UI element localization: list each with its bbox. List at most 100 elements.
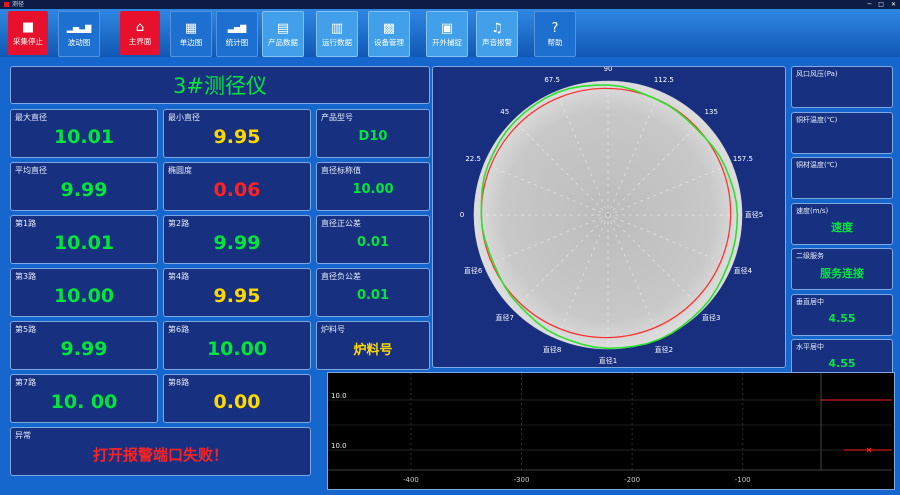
metric-value: 10.00 [206, 337, 268, 360]
toolbar-button-barchart[interactable]: ▃▅▇ 统计图 [216, 11, 258, 57]
maximize-button[interactable]: □ [878, 0, 884, 9]
x-tick-label: -400 [403, 476, 419, 484]
toolbar-button-label: 开外捕捉 [432, 38, 462, 47]
metric-label: 第1路 [15, 219, 37, 228]
toolbar-button-device-manage[interactable]: ▩ 设备管理 [368, 11, 410, 57]
toolbar-button-label: 主界面 [128, 37, 152, 46]
metric-label: 直径正公差 [321, 219, 361, 228]
close-button[interactable]: ✕ [891, 0, 896, 9]
metric-label: 第2路 [168, 219, 190, 228]
titlebar: 测径 ─ □ ✕ [0, 0, 900, 9]
toolbar-button-label: 运行数据 [322, 38, 352, 47]
metric-label: 椭圆度 [168, 166, 192, 175]
waveform-icon: ▂▅▃▇ [66, 23, 92, 33]
polar-diameter-label: 直径1 [599, 356, 617, 365]
metric-value: 10. 00 [50, 390, 118, 413]
toolbar-button-waveform[interactable]: ▂▅▃▇ 波动图 [58, 11, 100, 57]
toolbar-button-label: 单边图 [179, 38, 203, 47]
center-dot [606, 213, 610, 217]
metric-value: 10.00 [352, 182, 394, 197]
metric-label: 直径负公差 [321, 272, 361, 281]
status-value: 4.55 [828, 311, 856, 325]
polar-angle-label: 157.5 [733, 155, 753, 163]
status-label: 水平居中 [796, 343, 824, 351]
metric-label: 产品型号 [321, 113, 353, 122]
metric-value: 9.95 [213, 284, 261, 307]
status-label: 铜材温度(℃) [796, 161, 838, 169]
y-axis-label: 10.0 [331, 392, 347, 400]
toolbar-button-label: 统计图 [225, 38, 249, 47]
polar-angle-label: 67.5 [544, 76, 560, 84]
status-box: 铜杆温度(℃) [791, 111, 893, 154]
polar-angle-label: 0 [460, 211, 464, 219]
toolbar-button-sound-alarm[interactable]: ♫ 声音报警 [476, 11, 518, 57]
status-box: 速度(m/s) 速度 [791, 202, 893, 245]
minimize-button[interactable]: ─ [868, 0, 872, 9]
metric-cell: 产品型号 D10 [316, 109, 430, 158]
polar-angle-label: 90 [604, 67, 613, 73]
metric-value: 10.01 [53, 125, 115, 148]
metric-cell: 第6路 10.00 [163, 321, 311, 370]
metric-cell: 最小直径 9.95 [163, 109, 311, 158]
toolbar-button-capture[interactable]: ▣ 开外捕捉 [426, 11, 468, 57]
metric-value: 0.00 [213, 390, 261, 413]
metric-value: 0.01 [356, 235, 390, 250]
polar-diameter-label: 直径6 [464, 266, 483, 275]
metric-cell: 第2路 9.99 [163, 215, 311, 264]
toolbar-button-label: 设备管理 [374, 38, 404, 47]
metric-value: 9.99 [60, 178, 108, 201]
metric-value: 9.99 [213, 231, 261, 254]
metric-value: 9.99 [60, 337, 108, 360]
toolbar-button-label: 产品数据 [268, 38, 298, 47]
metric-label: 最大直径 [15, 113, 47, 122]
trend-chart: -400 -300 -200 -100 10.0 10.0 [328, 373, 892, 487]
polar-angle-label: 45 [500, 108, 509, 116]
polar-diameter-label: 直径5 [745, 210, 763, 219]
app-icon [4, 2, 9, 7]
metric-cell: 直径负公差 0.01 [316, 268, 430, 317]
toolbar-button-stop[interactable]: ■ 采集停止 [8, 11, 48, 55]
toolbar-button-help[interactable]: ? 帮助 [534, 11, 576, 57]
metric-label: 直径标称值 [321, 166, 361, 175]
toolbar: ■ 采集停止 ▂▅▃▇ 波动图 ⌂ 主界面 ▦ 单边图 ▃▅▇ 统计图 ▤ 产品数据 ▥ 运行数据 ▩ 设备管… [0, 9, 900, 57]
alarm-message: 打开报警端口失败！ [92, 446, 228, 464]
toolbar-button-run-data[interactable]: ▥ 运行数据 [316, 11, 358, 57]
status-box: 铜材温度(℃) [791, 157, 893, 199]
metric-label: 第7路 [15, 378, 37, 387]
polar-diameter-label: 直径4 [734, 266, 753, 275]
metric-value: 炉料号 [353, 343, 393, 358]
polar-chart: 0 22.5 45 67.5 90 112.5 135 157.5 直径1 直径2 直径3 直径4 直径… [460, 65, 763, 365]
metric-cell: 第8路 0.00 [163, 374, 311, 423]
polar-diameter-label: 直径2 [655, 345, 673, 354]
status-box: 垂直居中 4.55 [791, 293, 893, 336]
metric-label: 第5路 [15, 325, 37, 334]
status-label: 铜杆温度(℃) [796, 115, 838, 124]
capture-icon: ▣ [440, 20, 454, 36]
metric-cell: 第3路 10.00 [10, 268, 158, 317]
status-label: 二级服务 [796, 252, 824, 260]
metric-cell: 炉料号 炉料号 [316, 321, 430, 370]
metric-value: 0.01 [356, 288, 390, 303]
sound-alarm-icon: ♫ [491, 20, 503, 36]
metric-label: 平均直径 [15, 166, 47, 175]
metric-cell: 第1路 10.01 [10, 215, 158, 264]
toolbar-button-label: 帮助 [547, 38, 563, 47]
right-panel: 风口风压(Pa) 铜杆温度(℃) 铜材温度(℃) 速度(m/s) 速度 二级服务 服务连接垂… [791, 66, 893, 381]
device-manage-icon: ▩ [382, 20, 396, 36]
toolbar-button-label: 声音报警 [482, 38, 512, 47]
toolbar-button-home[interactable]: ⌂ 主界面 [120, 11, 160, 55]
barchart-icon: ▃▅▇ [227, 23, 247, 33]
metric-label: 第8路 [168, 378, 190, 387]
panes-icon: ▦ [184, 20, 198, 36]
metric-cell: 直径正公差 0.01 [316, 215, 430, 264]
metric-label: 第6路 [168, 325, 190, 334]
alarm-cell: 异常 打开报警端口失败！ [10, 427, 311, 476]
metric-cell: 直径标称值 10.00 [316, 162, 430, 211]
app-window: 测径 ─ □ ✕ ■ 采集停止 ▂▅▃▇ 波动图 ⌂ 主界面 ▦ 单边图 ▃▅▇ 统计图 ▤ 产品数据… [0, 0, 900, 495]
toolbar-button-product-data[interactable]: ▤ 产品数据 [262, 11, 304, 57]
polar-diameter-label: 直径7 [496, 313, 514, 322]
toolbar-button-panes[interactable]: ▦ 单边图 [170, 11, 212, 57]
status-box: 风口风压(Pa) [791, 66, 893, 108]
product-data-icon: ▤ [276, 20, 290, 36]
metric-value: 10.00 [53, 284, 115, 307]
